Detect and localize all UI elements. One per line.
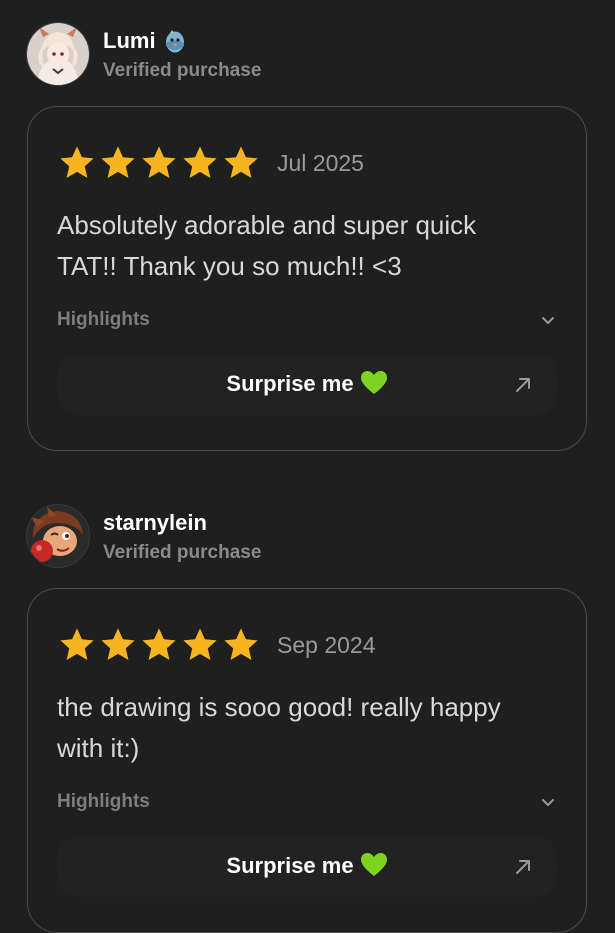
arrow-up-right-icon [516,860,530,874]
review-card: Jul 2025 Absolutely adorable and super q… [27,106,587,451]
star-rating: Jul 2025 [58,143,364,183]
review-date: Sep 2024 [277,631,376,658]
highlights-label: Highlights [57,791,150,812]
review-text: Absolutely adorable and super quick TAT!… [57,210,477,281]
green-heart-icon [360,852,388,884]
star-icon [183,146,217,179]
surprise-me-option[interactable]: Surprise me [57,837,557,897]
verified-purchase-label: Verified purchase [103,60,262,81]
chevron-down-icon [542,799,554,806]
star-icon [142,146,176,179]
review-text: the drawing is sooo good! really happy w… [57,692,501,763]
option-label: Surprise me [57,852,557,884]
star-icon [60,628,94,661]
chevron-down-icon [542,317,554,324]
highlights-label: Highlights [57,309,150,330]
reviewer-name[interactable]: Lumi [103,28,188,60]
star-rating: Sep 2024 [58,625,375,665]
star-icon [60,146,94,179]
highlights-toggle[interactable]: Highlights [57,309,557,337]
star-icon [101,628,135,661]
reviewer-name[interactable]: starnylein [103,510,207,536]
green-heart-icon [360,370,388,402]
review-date: Jul 2025 [277,149,364,176]
highlights-toggle[interactable]: Highlights [57,791,557,819]
avatar[interactable] [26,22,90,86]
verified-purchase-label: Verified purchase [103,542,262,563]
egg-creature-icon [162,28,188,60]
avatar[interactable] [26,504,90,568]
option-label: Surprise me [57,370,557,402]
star-icon [183,628,217,661]
star-icon [142,628,176,661]
reviewer-header: starnylein Verified purchase [26,504,586,574]
reviewer-header: Lumi Verified purchase [26,22,586,92]
review-card: Sep 2024 the drawing is sooo good! reall… [27,588,587,933]
star-icon [101,146,135,179]
star-icon [224,146,258,179]
surprise-me-option[interactable]: Surprise me [57,355,557,415]
arrow-up-right-icon [516,378,530,392]
star-icon [224,628,258,661]
